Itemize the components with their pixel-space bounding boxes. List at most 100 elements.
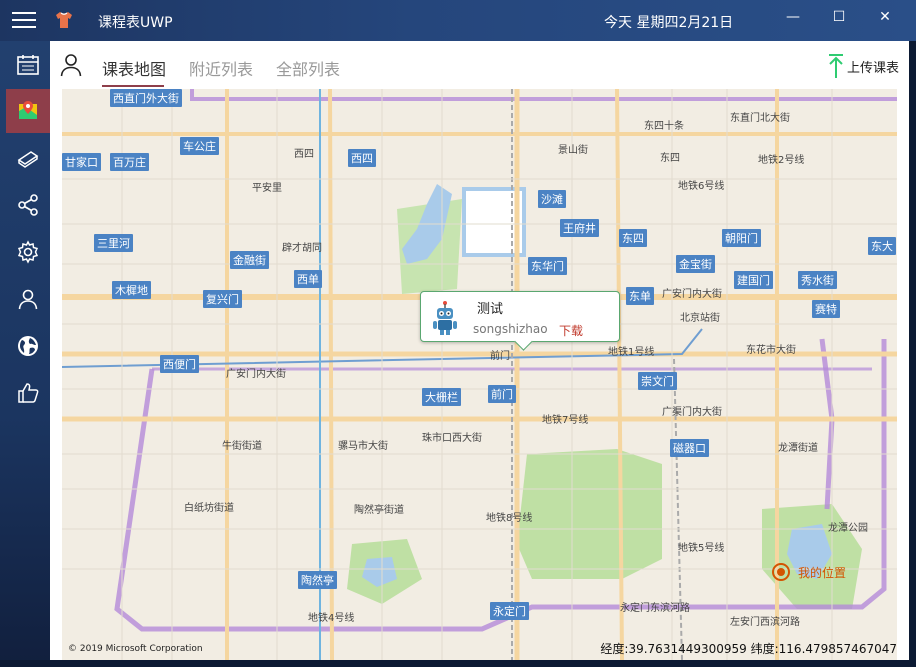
map-street-label: 龙潭街道: [778, 443, 818, 454]
title-bar: 课程表UWP 今天 星期四2月21日 — ☐ ✕: [0, 0, 916, 41]
window-bottom-edge: [0, 660, 916, 667]
map-street-label: 地铁7号线: [542, 415, 589, 426]
map-label-chegongzhuang: 车公庄: [180, 137, 219, 155]
map-street-label: 地铁6号线: [678, 181, 725, 192]
map-street-label: 东花市大街: [746, 345, 796, 356]
map-street-label: 东四: [660, 153, 680, 164]
map-label-chaoyangmen: 朝阳门: [722, 229, 761, 247]
map-label-shatan: 沙滩: [538, 190, 566, 208]
map-icon: [19, 101, 37, 119]
app-shirt-icon: [56, 12, 72, 28]
map-label-taoranting: 陶然亭: [298, 571, 337, 589]
map-label-dongsi: 东四: [619, 229, 647, 247]
date-display: 今天 星期四2月21日: [604, 15, 734, 31]
map-label-chongwenmen: 崇文门: [638, 372, 677, 390]
map-label-jianguomen: 建国门: [734, 271, 773, 289]
map-label-yongdingmen: 永定门: [490, 602, 529, 620]
map-label-xiushuijie: 秀水街: [798, 271, 837, 289]
map-street-label: 广渠门内大街: [662, 407, 722, 418]
map-street-label: 陶然亭街道: [354, 505, 404, 516]
upload-arrow-icon: [828, 54, 843, 78]
map-street-label: 地铁5号线: [678, 543, 725, 554]
map-label-jinrongjie: 金融街: [230, 251, 269, 269]
app-title: 课程表UWP: [98, 15, 173, 31]
map-label-ciqikou: 磁器口: [670, 439, 709, 457]
map-label-jinbaojie: 金宝街: [676, 255, 715, 273]
map-street-label: 地铁4号线: [308, 613, 355, 624]
map-street-label: 东四十条: [644, 121, 684, 132]
hamburger-menu-icon[interactable]: [12, 12, 36, 30]
active-tab-indicator: [102, 85, 164, 87]
map-copyright: © 2019 Microsoft Corporation: [68, 644, 203, 654]
nav-calendar[interactable]: [6, 43, 50, 87]
map-label-fuxingmen: 复兴门: [203, 290, 242, 308]
popup-title: 测试: [477, 302, 504, 317]
tab-course-map[interactable]: 课表地图: [102, 56, 166, 80]
tab-nearby-list[interactable]: 附近列表: [189, 56, 253, 80]
map-label-xibianmen: 西便门: [160, 355, 199, 373]
maximize-button[interactable]: ☐: [816, 0, 862, 34]
map-street-label: 广安门内大街: [662, 289, 722, 300]
books-icon: [17, 151, 39, 168]
gear-icon: [17, 240, 39, 264]
map-street-label: 牛街街道: [222, 441, 262, 452]
user-icon[interactable]: [60, 53, 82, 77]
minimize-button[interactable]: —: [770, 0, 816, 34]
map-label-dongda: 东大: [868, 237, 896, 255]
nav-map[interactable]: [6, 89, 50, 133]
content-area: 课表地图 附近列表 全部列表 上传课表 西直门外大街 车公庄 百万庄 甘家口 三…: [50, 41, 909, 660]
nav-settings[interactable]: [6, 230, 50, 274]
map-label-xisi: 西四: [348, 149, 376, 167]
map-street-label: 广安门内大街: [226, 369, 286, 380]
nav-books[interactable]: [6, 136, 50, 180]
map-label-muxidi: 木樨地: [112, 281, 151, 299]
map-street-label: 永定门东滨河路: [620, 603, 690, 614]
globe-icon: [18, 336, 38, 356]
course-popup[interactable]: 测试 songshizhao 下载: [420, 291, 620, 342]
nav-globe[interactable]: [6, 324, 50, 368]
close-button[interactable]: ✕: [862, 0, 908, 34]
map-street-label: 景山街: [558, 145, 588, 156]
map-street-label: 地铁1号线: [608, 347, 655, 358]
my-location-label: 我的位置: [798, 565, 847, 580]
coordinates-readout: 经度:39.7631449300959 纬度:116.479857467047: [600, 642, 897, 656]
tab-all-list[interactable]: 全部列表: [276, 56, 340, 80]
calendar-icon: [17, 55, 39, 75]
map-label-ganjiakou: 甘家口: [62, 153, 101, 171]
map-label-qianmen: 前门: [488, 385, 516, 403]
map-street-label: 北京站街: [680, 313, 720, 324]
map-label-dongdan: 东单: [626, 287, 654, 305]
nav-share[interactable]: [6, 183, 50, 227]
person-icon: [18, 289, 38, 310]
map-street-label: 东直门北大街: [730, 113, 790, 124]
map-label-saite: 赛特: [812, 300, 840, 318]
map-label-xizhimenwai: 西直门外大街: [110, 89, 182, 107]
share-icon: [18, 194, 38, 216]
side-nav: [0, 41, 50, 667]
nav-like[interactable]: [6, 371, 50, 415]
location-target-icon: [772, 563, 790, 581]
map-street-label: 白纸坊街道: [184, 503, 234, 514]
map-label-sanlihe: 三里河: [94, 234, 133, 252]
map-label-donghuamen: 东华门: [528, 257, 567, 275]
map-label-xidan: 西单: [294, 270, 322, 288]
top-bar: 课表地图 附近列表 全部列表 上传课表: [50, 41, 909, 89]
map-street-label: 珠市口西大街: [422, 433, 482, 444]
popup-author: songshizhao: [473, 322, 548, 336]
my-location-marker[interactable]: 我的位置: [772, 563, 846, 581]
map-street-label: 龙潭公园: [828, 523, 868, 534]
download-button[interactable]: 下载: [559, 322, 583, 339]
map-street-label: 西四: [294, 149, 314, 160]
thumbs-up-icon: [18, 383, 39, 403]
robot-avatar-icon: [433, 301, 457, 335]
upload-label: 上传课表: [846, 60, 899, 76]
upload-schedule-button[interactable]: 上传课表: [827, 53, 899, 79]
map-label-baiwanzhuang: 百万庄: [110, 153, 149, 171]
map-street-label: 平安里: [252, 183, 282, 194]
map-view[interactable]: 西直门外大街 车公庄 百万庄 甘家口 三里河 木樨地 金融街 复兴门 西单 西四…: [62, 89, 897, 660]
map-street-label: 地铁2号线: [758, 155, 805, 166]
map-label-wangfujing: 王府井: [560, 219, 599, 237]
map-street-label: 左安门西滨河路: [730, 617, 800, 628]
map-street-label: 辟才胡同: [282, 243, 322, 254]
nav-profile[interactable]: [6, 277, 50, 321]
